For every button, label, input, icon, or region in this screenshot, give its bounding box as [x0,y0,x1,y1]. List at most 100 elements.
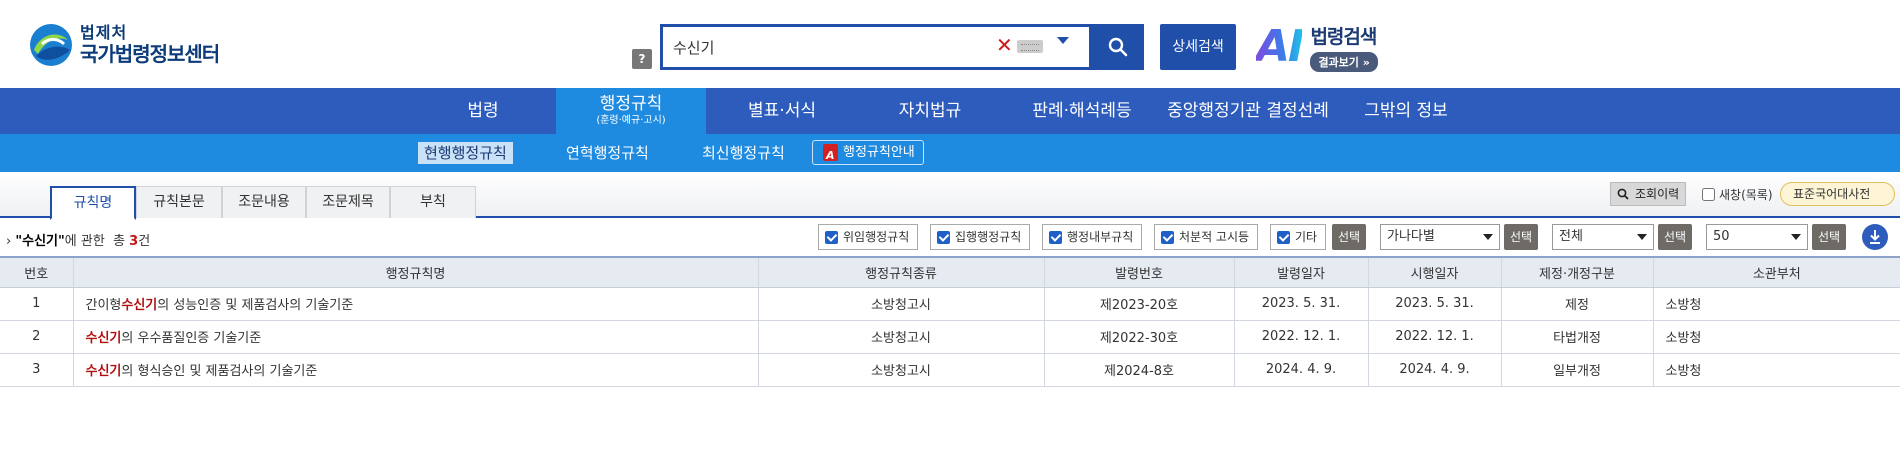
pdf-icon [823,144,838,167]
rule-name-link[interactable]: 간이형수신기의 성능인증 및 제품검사의 기술기준 [72,287,758,321]
table-header-row: 번호 행정규칙명 행정규칙종류 발령번호 발령일자 시행일자 제정·개정구분 소… [0,256,1900,288]
filter-label: 처분적 고시등 [1179,230,1250,244]
new-window-checkbox[interactable] [1702,188,1715,201]
page-size-select-button[interactable]: 선택 [1812,224,1847,250]
col-header-effective-date[interactable]: 시행일자 [1367,256,1501,288]
nav-sublabel: (훈령·예규·고시) [596,115,666,126]
search-help-button[interactable]: ? [632,49,652,69]
revision-type: 일부개정 [1500,353,1653,387]
results-table: 번호 행정규칙명 행정규칙종류 발령번호 발령일자 시행일자 제정·개정구분 소… [0,256,1900,387]
tab-article-content[interactable]: 조문내용 [222,186,306,218]
download-button[interactable] [1862,224,1888,250]
tab-article-title[interactable]: 조문제목 [306,186,390,218]
rule-kind: 소방청고시 [757,320,1044,354]
rule-name-suffix: 의 형식승인 및 제품검사의 기술기준 [121,364,318,379]
subnav-item-latest[interactable]: 최신행정규칙 [702,142,785,164]
sub-nav: 현행행정규칙 연혁행정규칙 최신행정규칙 행정규칙안내 [0,134,1900,172]
revision-type: 타법개정 [1500,320,1653,354]
issue-number: 제2023-20호 [1043,287,1234,321]
checkbox-checked-icon [1277,231,1290,244]
logo-main-text: 국가법령정보센터 [80,41,220,66]
detail-search-button[interactable]: 상세검색 [1160,24,1236,70]
subnav-item-history[interactable]: 연혁행정규칙 [566,142,649,164]
scope-value: 전체 [1559,229,1583,244]
search-box: ✕ [660,24,1092,70]
department: 소방청 [1652,353,1900,387]
subnav-item-current[interactable]: 현행행정규칙 [418,142,513,164]
chevron-down-icon[interactable] [1057,37,1069,44]
site-header: 법제처 국가법령정보센터 ? ✕ 상세검색 AI 법령검색 결과보기 » [0,0,1900,88]
col-header-department[interactable]: 소관부처 [1652,256,1900,288]
filter-other-checkbox[interactable]: 기타 [1270,224,1327,250]
col-header-issue-number[interactable]: 발령번호 [1043,256,1234,288]
nav-item-tables-forms[interactable]: 별표·서식 [730,88,834,134]
nav-label: 법령 [467,101,499,121]
table-row: 2 수신기의 우수품질인증 기술기준 소방청고시 제2022-30호 2022.… [0,320,1900,354]
issue-number: 제2024-8호 [1043,353,1234,387]
filter-label: 집행행정규칙 [955,230,1022,244]
col-header-issue-date[interactable]: 발령일자 [1233,256,1368,288]
nav-item-admin-rules[interactable]: 행정규칙 (훈령·예규·고시) [556,88,706,134]
col-header-revision-type[interactable]: 제정·개정구분 [1500,256,1653,288]
nav-label: 중앙행정기관 결정선례 [1167,101,1329,121]
filter-select-button[interactable]: 선택 [1332,224,1367,250]
logo-sub-text: 법제처 [80,23,128,43]
search-button[interactable] [1092,24,1144,70]
chevron-down-icon [1637,234,1647,240]
download-icon [1870,230,1880,244]
search-input[interactable] [673,35,973,59]
tab-rule-name[interactable]: 규칙명 [50,186,136,220]
filter-delegated-checkbox[interactable]: 위임행정규칙 [818,224,919,250]
nav-label: 판례·해석례등 [1032,101,1132,121]
rule-name-suffix: 의 우수품질인증 기술기준 [121,331,262,346]
filter-internal-checkbox[interactable]: 행정내부규칙 [1042,224,1143,250]
rule-kind: 소방청고시 [757,287,1044,321]
ai-result-button[interactable]: 결과보기 » [1310,52,1378,72]
col-header-rule-kind[interactable]: 행정규칙종류 [757,256,1044,288]
table-row: 1 간이형수신기의 성능인증 및 제품검사의 기술기준 소방청고시 제2023-… [0,287,1900,321]
filter-dispositive-checkbox[interactable]: 처분적 고시등 [1154,224,1259,250]
new-window-label: 새창(목록) [1719,188,1773,202]
view-history-button[interactable]: 조회이력 [1610,182,1687,206]
nav-item-other-info[interactable]: 그밖의 정보 [1358,88,1454,134]
col-header-rule-name[interactable]: 행정규칙명 [72,256,758,288]
page-size-dropdown[interactable]: 50 [1706,224,1808,250]
sort-dropdown[interactable]: 가나다별 [1380,224,1500,250]
issue-date: 2023. 5. 31. [1233,287,1368,321]
search-tabs: 규칙명 규칙본문 조문내용 조문제목 부칙 조회이력 새창(목록) 표준국어대사… [0,172,1900,220]
nav-item-laws[interactable]: 법령 [446,88,520,134]
nav-item-local-laws[interactable]: 자치법규 [880,88,980,134]
sort-select-button[interactable]: 선택 [1504,224,1539,250]
rule-name-link[interactable]: 수신기의 우수품질인증 기술기준 [72,320,758,354]
nav-label: 자치법규 [898,101,962,121]
admin-rule-guide-button[interactable]: 행정규칙안내 [812,140,924,167]
result-count-unit: 건 [138,234,151,249]
history-label: 조회이력 [1635,187,1680,201]
new-window-toggle[interactable]: 새창(목록) [1702,186,1773,203]
rule-name-suffix: 의 성능인증 및 제품검사의 기술기준 [157,298,354,313]
nav-item-precedents[interactable]: 판례·해석례등 [1022,88,1142,134]
ai-law-search-banner[interactable]: AI 법령검색 결과보기 » [1256,22,1378,72]
effective-date: 2024. 4. 9. [1367,353,1501,387]
scope-dropdown[interactable]: 전체 [1552,224,1654,250]
site-logo[interactable]: 법제처 국가법령정보센터 [28,22,220,68]
nav-label: 행정규칙 [599,94,663,114]
virtual-keyboard-icon[interactable] [1017,40,1043,53]
scope-select-button[interactable]: 선택 [1658,224,1693,250]
ai-title: 법령검색 [1310,26,1377,48]
clear-icon[interactable]: ✕ [996,33,1013,57]
tab-supplementary[interactable]: 부칙 [390,186,476,218]
nav-label: 그밖의 정보 [1364,101,1448,121]
dictionary-button[interactable]: 표준국어대사전 [1780,182,1896,206]
nav-item-agency-decisions[interactable]: 중앙행정기관 결정선례 [1158,88,1338,134]
filter-row: › "수신기"에 관한 총 3건 위임행정규칙 집행행정규칙 행정내부규칙 처분… [0,220,1900,256]
rule-name-link[interactable]: 수신기의 형식승인 및 제품검사의 기술기준 [72,353,758,387]
filter-executive-checkbox[interactable]: 집행행정규칙 [930,224,1031,250]
col-header-number[interactable]: 번호 [0,256,73,288]
chevron-down-icon [1791,234,1801,240]
ai-logo-text: AI [1256,21,1304,72]
result-total-label: 총 [113,234,126,249]
search-icon [1617,188,1629,200]
effective-date: 2023. 5. 31. [1367,287,1501,321]
tab-rule-body[interactable]: 규칙본문 [136,186,222,218]
